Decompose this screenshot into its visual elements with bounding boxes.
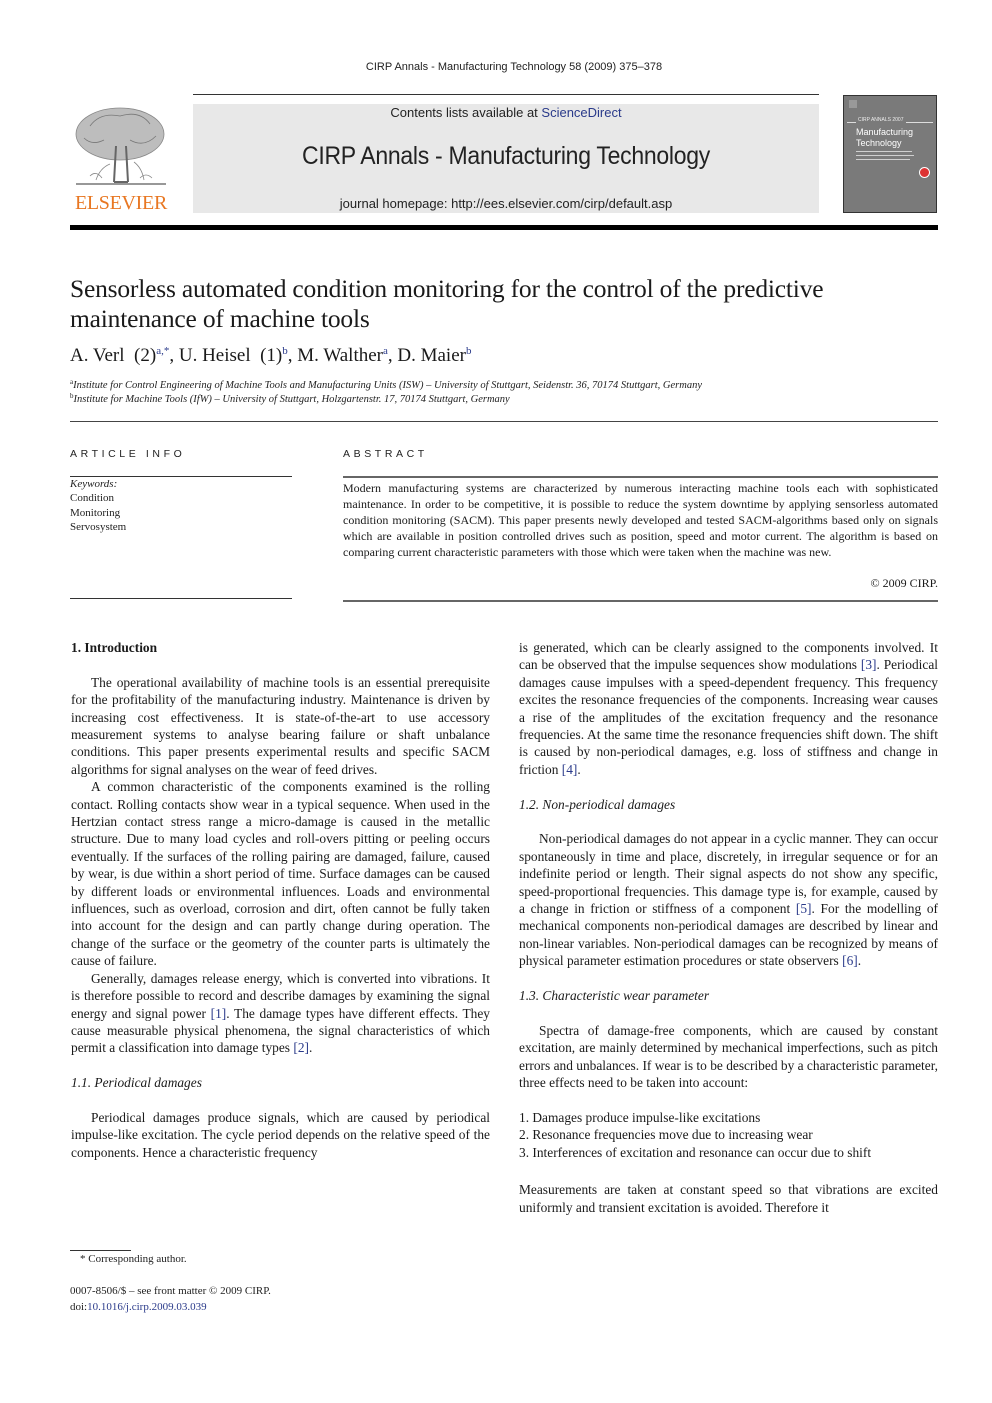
body-paragraph: Periodical damages produce signals, whic… [71, 1109, 490, 1161]
subsection-heading: 1.3. Characteristic wear parameter [519, 988, 710, 1004]
journal-cover-thumbnail[interactable]: CIRP ANNALS 2007 Manufacturing Technolog… [843, 95, 937, 213]
footnote-rule [70, 1250, 131, 1251]
abstract-heading: ABSTRACT [343, 448, 428, 460]
affiliation-text: Institute for Control Engineering of Mac… [73, 380, 703, 391]
cover-series-label: CIRP ANNALS 2007 [856, 117, 906, 123]
cover-title: Manufacturing Technology [856, 127, 913, 149]
body-paragraph: The operational availability of machine … [71, 674, 490, 777]
keyword: Condition [70, 492, 115, 505]
wear-effects-list: 1. Damages produce impulse-like excitati… [519, 1109, 938, 1161]
doi-line: doi:10.1016/j.cirp.2009.03.039 [70, 1300, 271, 1316]
paragraph-text: . Periodical damages cause impulses with… [519, 657, 938, 777]
elsevier-logo[interactable]: ELSEVIER [70, 104, 172, 216]
doi-link[interactable]: 10.1016/j.cirp.2009.03.039 [87, 1301, 206, 1313]
body-paragraph: Generally, damages release energy, which… [71, 970, 490, 1057]
paragraph-text: . [309, 1040, 313, 1056]
author-name[interactable]: A. Verl [70, 345, 125, 366]
body-paragraph: Measurements are taken at constant speed… [519, 1182, 938, 1215]
author-affil-link[interactable]: b [466, 345, 472, 357]
front-divider [70, 421, 938, 422]
journal-title: CIRP Annals - Manufacturing Technology [301, 142, 711, 170]
issn-line: 0007-8506/$ – see front matter © 2009 CI… [70, 1285, 271, 1297]
author-affil-link[interactable]: b [282, 345, 288, 357]
cover-title-line2: Technology [856, 138, 902, 148]
author-list: A. Verl (2)a,*, U. Heisel (1)b, M. Walth… [70, 345, 472, 366]
keywords-block: Keywords: Condition Monitoring Servosyst… [70, 477, 126, 534]
abstract-rule [343, 600, 938, 602]
citation-link[interactable]: [6] [842, 953, 858, 968]
subsection-heading: 1.2. Non-periodical damages [519, 796, 676, 812]
keywords-label: Keywords: [70, 478, 118, 490]
author-name[interactable]: D. Maier [397, 345, 466, 366]
citation-link[interactable]: [2] [293, 1040, 309, 1055]
running-head: CIRP Annals - Manufacturing Technology 5… [365, 61, 663, 73]
article-title: Sensorless automated condition monitorin… [70, 274, 824, 333]
paragraph-text: . [577, 761, 581, 777]
author-membership: (1) [260, 345, 283, 366]
doi-prefix: doi: [70, 1300, 88, 1313]
body-paragraph: Non-periodical damages do not appear in … [519, 830, 938, 969]
body-paragraph: is generated, which can be clearly assig… [519, 639, 938, 778]
sciencedirect-link[interactable]: ScienceDirect [541, 105, 621, 120]
cover-text-line [856, 159, 910, 160]
cover-title-line1: Manufacturing [856, 127, 914, 137]
header-rule [193, 94, 819, 95]
keyword: Servosystem [70, 520, 127, 533]
affiliation: bInstitute for Machine Tools (IfW) – Uni… [70, 392, 510, 405]
section-heading: 1. Introduction [71, 640, 158, 655]
list-item: 1. Damages produce impulse-like excitati… [519, 1109, 761, 1125]
citation-link[interactable]: [3] [861, 657, 877, 672]
homepage-url-link[interactable]: http://ees.elsevier.com/cirp/default.asp [451, 196, 672, 211]
paragraph-text: Periodical damages produce signals, whic… [71, 1109, 490, 1160]
cover-text-line [856, 151, 912, 152]
journal-homepage: journal homepage: http://ees.elsevier.co… [193, 196, 819, 211]
affiliation: aInstitute for Control Engineering of Ma… [70, 378, 702, 391]
body-paragraph: A common characteristic of the component… [71, 779, 490, 969]
front-matter: 0007-8506/$ – see front matter © 2009 CI… [70, 1284, 271, 1315]
contents-prefix: Contents lists available at [390, 105, 542, 120]
list-item: 2. Resonance frequencies move due to inc… [519, 1127, 813, 1143]
article-info-rule [70, 598, 292, 599]
author-name[interactable]: U. Heisel [179, 345, 251, 366]
author-affil-link[interactable]: a [383, 345, 388, 357]
abstract-copyright: © 2009 CIRP. [870, 576, 938, 590]
citation-link[interactable]: [4] [562, 762, 578, 777]
homepage-prefix: journal homepage: [339, 196, 452, 211]
abstract-rule [343, 476, 938, 478]
author-name[interactable]: M. Walther [297, 345, 383, 366]
paragraph-text: . [857, 953, 862, 969]
article-info-heading: ARTICLE INFO [70, 448, 186, 460]
body-column-right: is generated, which can be clearly assig… [519, 639, 938, 1216]
body-column-left: 1. Introduction The operational availabi… [71, 639, 490, 1161]
abstract-text: Modern manufacturing systems are charact… [343, 481, 938, 559]
citation-link[interactable]: [5] [796, 901, 812, 916]
cover-text-line [856, 155, 914, 156]
footnote: * Corresponding author. [80, 1253, 187, 1265]
author-affil-link[interactable]: a,* [156, 345, 169, 357]
list-item: 3. Interferences of excitation and reson… [519, 1144, 872, 1160]
keyword: Monitoring [70, 506, 121, 519]
cover-publisher-icon [849, 100, 857, 108]
masthead-divider [70, 225, 938, 230]
journal-masthead: Contents lists available at ScienceDirec… [193, 104, 819, 213]
cirp-logo-icon [919, 167, 930, 178]
author-membership: (2) [134, 345, 157, 366]
elsevier-tree-icon [75, 107, 166, 185]
subsection-heading: 1.1. Periodical damages [71, 1075, 202, 1091]
affiliation-text: Institute for Machine Tools (IfW) – Univ… [73, 394, 510, 405]
elsevier-wordmark: ELSEVIER [74, 192, 168, 214]
citation-link[interactable]: [1] [211, 1006, 227, 1021]
contents-line: Contents lists available at ScienceDirec… [193, 105, 819, 120]
body-paragraph: Spectra of damage-free components, which… [519, 1022, 938, 1091]
